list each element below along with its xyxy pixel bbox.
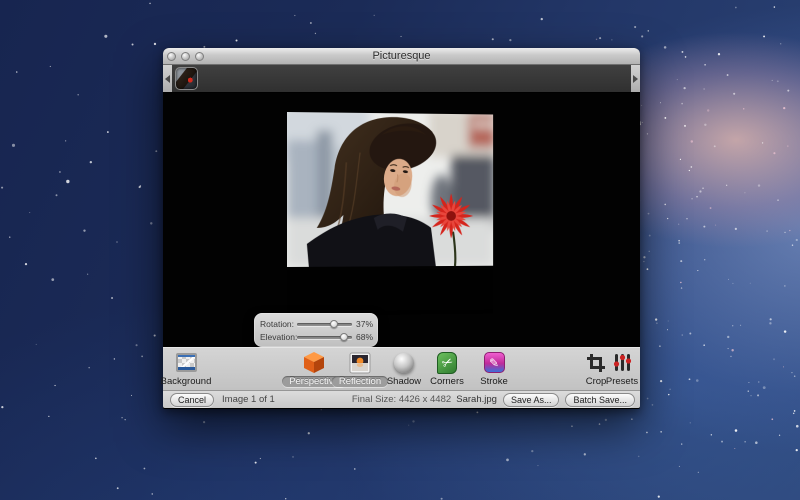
tool-stroke[interactable]: ✎ Stroke (466, 350, 522, 387)
stroke-pen-icon: ✎ (484, 352, 505, 373)
image-thumbnail[interactable] (175, 67, 198, 90)
perspective-hud: Rotation: 37% Elevation: 68% (254, 313, 378, 347)
window-title: Picturesque (163, 50, 640, 62)
filmstrip (163, 65, 640, 93)
shadow-sphere-icon (394, 353, 414, 373)
scroll-right-button[interactable] (631, 65, 640, 92)
rotation-slider[interactable] (297, 320, 352, 328)
tool-label: Corners (430, 376, 464, 387)
tool-label: Shadow (387, 376, 421, 387)
right-arrow-icon (633, 75, 638, 83)
elevation-slider-row: Elevation: 68% (260, 330, 372, 343)
elevation-slider-knob[interactable] (340, 333, 348, 341)
desktop-wallpaper: Picturesque (0, 0, 800, 500)
photo-reflection (287, 266, 493, 316)
tool-background[interactable]: Background (163, 350, 209, 387)
reflection-icon (349, 352, 371, 374)
elevation-label: Elevation: (260, 332, 297, 342)
elevation-slider[interactable] (297, 333, 352, 341)
titlebar[interactable]: Picturesque (163, 48, 640, 65)
rotation-slider-knob[interactable] (330, 320, 338, 328)
rotation-slider-row: Rotation: 37% (260, 317, 372, 330)
scroll-left-button[interactable] (163, 65, 172, 92)
effects-toolbar: Background Perspective (163, 347, 640, 390)
tool-label: Presets (606, 376, 638, 387)
rotation-value: 37% (352, 319, 372, 329)
tool-presets[interactable]: Presets (602, 350, 642, 387)
elevation-value: 68% (352, 332, 372, 342)
presets-sliders-icon (612, 352, 632, 373)
background-icon (176, 353, 197, 372)
statusbar: Cancel Image 1 of 1 Final Size: 4426 x 4… (163, 390, 640, 408)
picturesque-window: Picturesque (163, 48, 640, 409)
perspective-cube-icon (303, 351, 325, 374)
left-arrow-icon (165, 75, 170, 83)
corners-scissors-icon: ✂ (437, 352, 457, 374)
editor-canvas: Rotation: 37% Elevation: 68% (163, 93, 640, 347)
rotation-slider-track[interactable] (297, 323, 352, 326)
tool-label: Background (161, 376, 212, 387)
filmstrip-track (172, 65, 631, 92)
final-size: Final Size: 4426 x 4482 (163, 394, 640, 405)
rotation-label: Rotation: (260, 319, 297, 329)
photo-image (287, 112, 493, 267)
tool-label: Stroke (480, 376, 507, 387)
photo-preview[interactable] (287, 112, 493, 316)
